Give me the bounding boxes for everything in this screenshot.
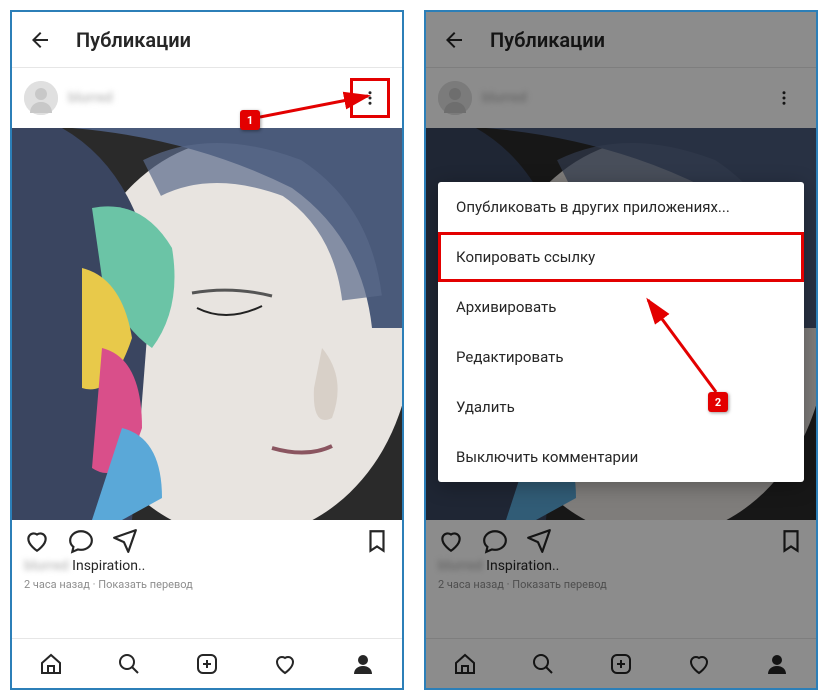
post-time: 2 часа назад: [24, 578, 90, 591]
caption-text: Inspiration..: [72, 558, 145, 574]
back-button[interactable]: [28, 28, 52, 52]
post-meta: 2 часа назад · Показать перевод: [12, 578, 402, 603]
app-header: Публикации: [12, 12, 402, 68]
menu-item-copy-link[interactable]: Копировать ссылку: [438, 232, 804, 282]
bottom-nav: [12, 638, 402, 688]
nav-search[interactable]: [116, 651, 142, 677]
menu-item-delete[interactable]: Удалить: [438, 382, 804, 432]
comment-button[interactable]: [68, 528, 94, 554]
post-caption: blurred Inspiration..: [12, 558, 402, 578]
heart-icon: [24, 528, 50, 554]
annotation-badge-2: 2: [708, 392, 728, 412]
post-actions: [12, 520, 402, 558]
phone-right: Публикации blurred: [424, 10, 818, 690]
menu-item-publish-elsewhere[interactable]: Опубликовать в других приложениях...: [438, 182, 804, 232]
share-button[interactable]: [112, 528, 138, 554]
avatar-placeholder-icon: [24, 81, 58, 115]
arrow-left-icon: [28, 28, 52, 52]
page-title: Публикации: [76, 28, 191, 52]
post-artwork: [12, 128, 402, 520]
nav-home[interactable]: [38, 651, 64, 677]
avatar[interactable]: [24, 81, 58, 115]
home-icon: [39, 652, 63, 676]
dots-vertical-icon: [361, 89, 379, 107]
annotation-badge-1: 1: [240, 110, 260, 130]
plus-square-icon: [195, 652, 219, 676]
nav-create[interactable]: [194, 651, 220, 677]
bookmark-button[interactable]: [364, 528, 390, 554]
send-icon: [112, 528, 138, 554]
menu-item-disable-comments[interactable]: Выключить комментарии: [438, 432, 804, 482]
translate-link[interactable]: Показать перевод: [98, 578, 193, 591]
comment-icon: [68, 528, 94, 554]
caption-username[interactable]: blurred: [24, 558, 69, 574]
bookmark-icon: [364, 528, 390, 554]
post-username[interactable]: blurred: [68, 90, 350, 106]
heart-outline-icon: [273, 652, 297, 676]
more-options-button[interactable]: [350, 78, 390, 118]
profile-icon: [351, 652, 375, 676]
nav-profile[interactable]: [350, 651, 376, 677]
post-image[interactable]: [12, 128, 402, 520]
menu-item-edit[interactable]: Редактировать: [438, 332, 804, 382]
menu-item-archive[interactable]: Архивировать: [438, 282, 804, 332]
nav-activity[interactable]: [272, 651, 298, 677]
options-menu: Опубликовать в других приложениях... Коп…: [438, 182, 804, 482]
search-icon: [117, 652, 141, 676]
like-button[interactable]: [24, 528, 50, 554]
phone-left: Публикации blurred: [10, 10, 404, 690]
post-header: blurred: [12, 68, 402, 128]
